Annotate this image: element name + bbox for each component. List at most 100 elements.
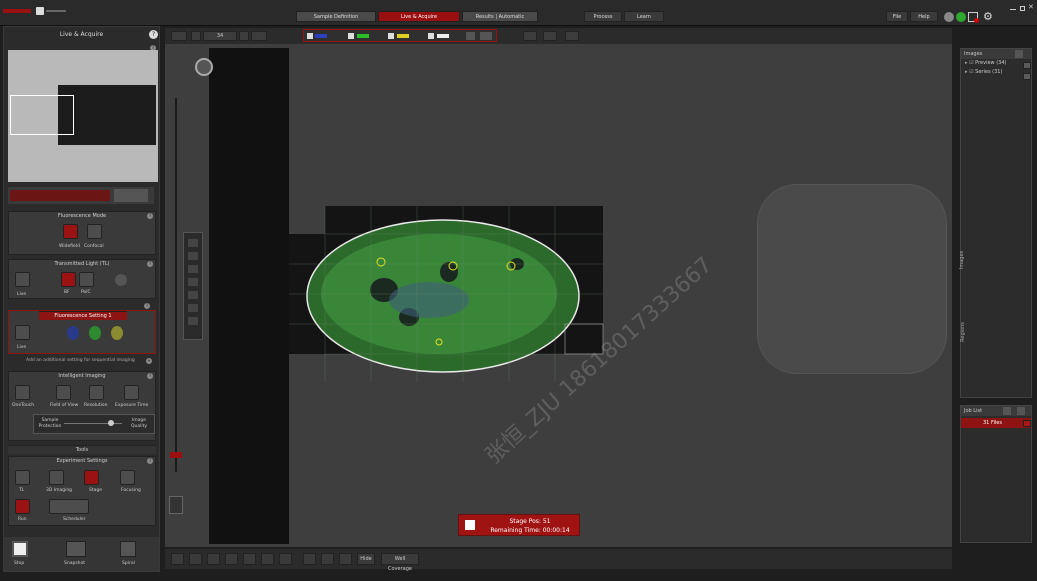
resolution-button[interactable] xyxy=(89,385,104,400)
focus-slider-handle[interactable] xyxy=(170,452,182,458)
select-tool[interactable] xyxy=(171,553,184,565)
tl-live-button[interactable] xyxy=(15,272,30,287)
ellipse-tool[interactable] xyxy=(243,553,256,565)
help-icon[interactable]: ? xyxy=(147,261,153,267)
bf-button[interactable] xyxy=(61,272,76,287)
fit-button[interactable] xyxy=(171,31,187,41)
images-side-tab[interactable]: Images xyxy=(959,251,965,269)
channel-blue-checkbox[interactable] xyxy=(307,33,313,39)
tool-1[interactable] xyxy=(188,239,198,247)
tool-4[interactable] xyxy=(188,278,198,286)
overview-map[interactable] xyxy=(8,50,158,182)
stage-button[interactable] xyxy=(84,470,99,485)
minimize-icon[interactable] xyxy=(1010,9,1016,10)
stop-button[interactable] xyxy=(12,541,28,557)
view-grid-button[interactable] xyxy=(543,31,557,41)
delete-tool[interactable] xyxy=(339,553,352,565)
channel-yellow-swatch[interactable] xyxy=(397,34,409,38)
exposure-time-button[interactable] xyxy=(124,385,139,400)
slider-handle[interactable] xyxy=(108,420,114,426)
tile-scan-area[interactable] xyxy=(289,204,609,384)
intensity-knob[interactable] xyxy=(115,274,127,286)
channel-settings-icon[interactable] xyxy=(466,32,475,40)
remove-job-icon[interactable] xyxy=(1023,420,1031,427)
green-channel[interactable] xyxy=(89,326,101,340)
help-icon[interactable]: ? xyxy=(144,303,150,309)
focusing-button[interactable] xyxy=(120,470,135,485)
images-item-preview[interactable]: ▸ ☑ Preview (34) xyxy=(961,59,1031,68)
run-button[interactable] xyxy=(15,499,30,514)
process-button[interactable]: Process xyxy=(584,11,622,22)
channel-blue-swatch[interactable] xyxy=(315,34,327,38)
add-icon[interactable]: + xyxy=(146,358,152,364)
spiral-button[interactable] xyxy=(120,541,136,557)
step-results[interactable]: Results | Automatic xyxy=(462,11,538,22)
image-viewport[interactable]: 张恒_ZJU 18618017333667 xyxy=(165,44,952,547)
job-delete-icon[interactable] xyxy=(1017,407,1025,415)
focus-slider[interactable] xyxy=(170,90,182,480)
line-tool[interactable] xyxy=(279,553,292,565)
learn-button[interactable]: Learn xyxy=(624,11,664,22)
step-sample-definition[interactable]: Sample Definition xyxy=(296,11,376,22)
zoom-1to1-button[interactable] xyxy=(251,31,267,41)
remove-series-icon[interactable] xyxy=(1023,73,1031,80)
delete-images-icon[interactable] xyxy=(1015,50,1023,58)
gear-icon[interactable]: ⚙ xyxy=(983,10,993,23)
blue-channel[interactable] xyxy=(67,326,79,340)
channel-yellow-checkbox[interactable] xyxy=(388,33,394,39)
well-coverage-button[interactable]: Well Coverage xyxy=(381,553,419,572)
widefield-button[interactable] xyxy=(63,224,78,239)
monitor-icon[interactable] xyxy=(968,12,979,23)
3d-imaging-button[interactable] xyxy=(49,470,64,485)
add-setting-link[interactable]: Add an additional setting for sequential… xyxy=(26,358,135,363)
edit-tool[interactable] xyxy=(321,553,334,565)
help-icon[interactable]: ? xyxy=(147,458,153,464)
tool-7[interactable] xyxy=(188,317,198,325)
help-icon[interactable]: ? xyxy=(147,213,153,219)
channel-gray-checkbox[interactable] xyxy=(428,33,434,39)
remove-preview-icon[interactable] xyxy=(1023,62,1031,69)
fs-live-button[interactable] xyxy=(15,325,30,340)
images-item-series[interactable]: ▸ ☑ Series (31) xyxy=(961,68,1031,77)
snapshot-button[interactable] xyxy=(66,541,86,557)
help-icon[interactable]: ? xyxy=(147,373,153,379)
zoom-in-button[interactable] xyxy=(239,31,249,41)
confocal-button[interactable] xyxy=(87,224,102,239)
rectangle-tool[interactable] xyxy=(225,553,238,565)
confirm-tool[interactable] xyxy=(303,553,316,565)
field-of-view-button[interactable] xyxy=(56,385,71,400)
scheduler-buttons[interactable] xyxy=(49,499,89,514)
channel-gray-swatch[interactable] xyxy=(437,34,449,38)
yellow-channel[interactable] xyxy=(111,326,123,340)
channel-green-swatch[interactable] xyxy=(357,34,369,38)
tool-3[interactable] xyxy=(188,265,198,273)
stop-acquisition-button[interactable] xyxy=(465,520,475,530)
maximize-icon[interactable] xyxy=(1020,6,1025,11)
help-menu[interactable]: Help xyxy=(910,11,938,22)
overview-viewport-rect[interactable] xyxy=(10,95,74,135)
tool-2[interactable] xyxy=(188,252,198,260)
lasso-tool[interactable] xyxy=(207,553,220,565)
help-icon[interactable]: ? xyxy=(149,30,158,39)
job-item[interactable]: 31 Files xyxy=(961,418,1031,428)
tab-inactive[interactable] xyxy=(114,189,148,202)
onetouch-button[interactable] xyxy=(15,385,30,400)
tool-6[interactable] xyxy=(188,304,198,312)
regions-side-tab[interactable]: Regions xyxy=(960,322,966,342)
zoom-field[interactable]: 34 xyxy=(203,31,237,41)
polc-button[interactable] xyxy=(79,272,94,287)
view-split-button[interactable] xyxy=(565,31,579,41)
view-single-button[interactable] xyxy=(523,31,537,41)
zoom-out-button[interactable] xyxy=(191,31,201,41)
objective-icon[interactable] xyxy=(169,496,183,514)
channel-histogram-icon[interactable] xyxy=(480,32,492,40)
job-settings-icon[interactable] xyxy=(1003,407,1011,415)
navigation-knob[interactable] xyxy=(195,58,213,76)
pan-tool[interactable] xyxy=(189,553,202,565)
tl-toggle-button[interactable] xyxy=(15,470,30,485)
tools-title[interactable]: Tools xyxy=(8,445,156,454)
tool-5[interactable] xyxy=(188,291,198,299)
channel-green-checkbox[interactable] xyxy=(348,33,354,39)
tab-active[interactable] xyxy=(10,190,110,201)
step-live-acquire[interactable]: Live & Acquire xyxy=(378,11,460,22)
